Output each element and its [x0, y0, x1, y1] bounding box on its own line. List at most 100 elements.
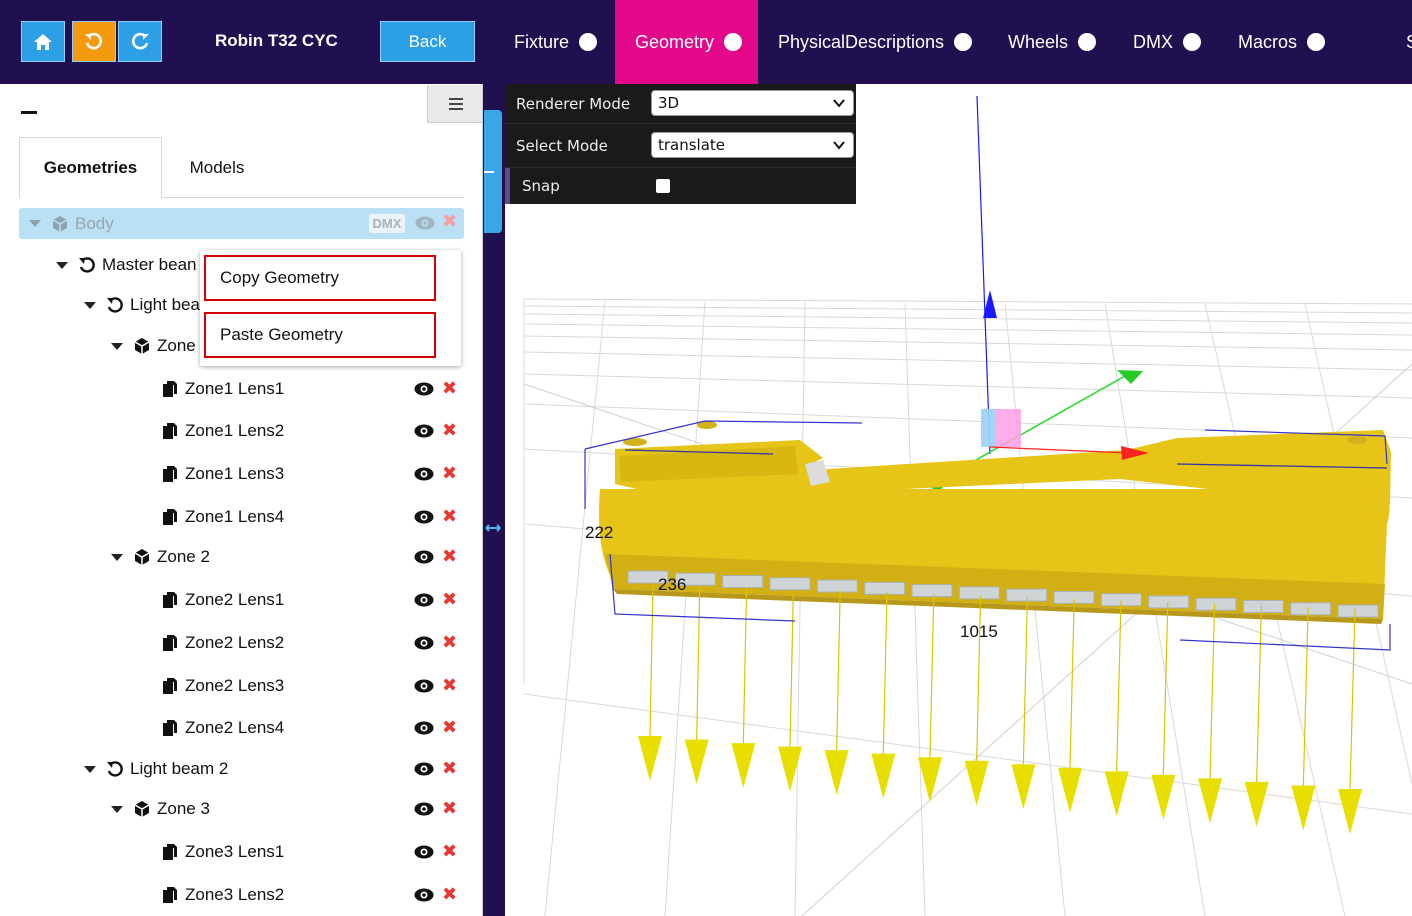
caret-down-icon[interactable]: [111, 805, 123, 813]
eye-icon[interactable]: [414, 510, 434, 524]
eye-icon[interactable]: [414, 888, 434, 902]
redo-button[interactable]: [118, 21, 162, 62]
collapse-icon[interactable]: [21, 111, 37, 114]
tab-geometry[interactable]: Geometry: [615, 0, 758, 84]
delete-icon[interactable]: ✖: [442, 422, 457, 440]
tree-item[interactable]: Zone1 Lens4: [161, 502, 284, 532]
delete-icon[interactable]: ✖: [442, 719, 457, 737]
eye-icon[interactable]: [414, 762, 434, 776]
lens[interactable]: [1290, 602, 1332, 616]
lens[interactable]: [722, 575, 764, 589]
dmx-badge[interactable]: DMX: [369, 214, 405, 233]
back-button[interactable]: Back: [380, 21, 475, 62]
tree-item[interactable]: Master bean: [56, 250, 197, 280]
caret-down-icon[interactable]: [29, 220, 41, 227]
eye-icon[interactable]: [414, 467, 434, 481]
status-dot-icon: [579, 33, 598, 51]
tree-item[interactable]: Zone3 Lens1: [161, 837, 284, 867]
tree-item[interactable]: Zone2 Lens4: [161, 713, 284, 743]
tree-item[interactable]: Zone 2: [111, 542, 210, 572]
paste-geometry-menu-item[interactable]: Paste Geometry: [204, 312, 436, 358]
undo-button[interactable]: [72, 21, 116, 62]
beam-cone-icon: [918, 757, 942, 803]
transform-handle-cyan[interactable]: [981, 409, 995, 447]
delete-icon[interactable]: ✖: [442, 760, 457, 778]
delete-icon[interactable]: ✖: [442, 508, 457, 526]
lens[interactable]: [1148, 595, 1190, 609]
resize-arrows-icon: [485, 524, 501, 532]
eye-icon[interactable]: [414, 845, 434, 859]
lens[interactable]: [1337, 604, 1379, 618]
tab-dmx[interactable]: DMX: [1133, 0, 1201, 84]
caret-down-icon[interactable]: [84, 765, 96, 773]
status-dot-icon: [1078, 33, 1097, 51]
snap-checkbox[interactable]: [656, 179, 670, 193]
y-axis-arrow-icon[interactable]: [1117, 370, 1143, 384]
eye-icon[interactable]: [414, 424, 434, 438]
delete-icon[interactable]: ✖: [442, 800, 457, 818]
menu-button[interactable]: [427, 85, 482, 123]
3d-scene[interactable]: [505, 84, 1412, 916]
delete-icon[interactable]: ✖: [442, 677, 457, 695]
lens[interactable]: [958, 586, 1000, 600]
copy-geometry-menu-item[interactable]: Copy Geometry: [204, 255, 436, 301]
lens[interactable]: [769, 577, 811, 591]
home-button[interactable]: [21, 21, 65, 62]
select-mode-select[interactable]: translate: [651, 132, 854, 158]
caret-down-icon[interactable]: [56, 261, 68, 269]
lens[interactable]: [911, 584, 953, 598]
tree-root-body[interactable]: Body DMX ✖: [19, 208, 464, 239]
delete-icon[interactable]: ✖: [442, 634, 457, 652]
tree-item[interactable]: Zone: [111, 331, 196, 361]
lens[interactable]: [864, 581, 906, 595]
eye-icon[interactable]: [414, 593, 434, 607]
tab-physical-descriptions[interactable]: PhysicalDescriptions: [778, 0, 973, 84]
tree-item[interactable]: Zone2 Lens3: [161, 671, 284, 701]
eye-icon[interactable]: [415, 216, 435, 230]
delete-icon[interactable]: ✖: [442, 213, 457, 231]
tab-wheels[interactable]: Wheels: [1008, 0, 1097, 84]
tree-item[interactable]: Light beam 2: [84, 754, 228, 784]
lens[interactable]: [1195, 597, 1237, 611]
renderer-mode-select[interactable]: 3D: [651, 90, 854, 116]
cube-icon: [134, 549, 150, 565]
caret-down-icon[interactable]: [111, 342, 123, 350]
tree-item[interactable]: Zone1 Lens2: [161, 416, 284, 446]
eye-icon[interactable]: [414, 382, 434, 396]
light-ray: [789, 588, 794, 747]
tree-item[interactable]: Zone3 Lens2: [161, 880, 284, 910]
eye-icon[interactable]: [414, 802, 434, 816]
eye-icon[interactable]: [414, 550, 434, 564]
tab-fixture[interactable]: Fixture: [514, 0, 598, 84]
delete-icon[interactable]: ✖: [442, 380, 457, 398]
eye-icon[interactable]: [414, 636, 434, 650]
tree-item[interactable]: Light bea: [84, 290, 200, 320]
tree-item[interactable]: Zone1 Lens3: [161, 459, 284, 489]
tree-item[interactable]: Zone2 Lens2: [161, 628, 284, 658]
lens[interactable]: [816, 579, 858, 593]
tab-geometries[interactable]: Geometries: [19, 137, 162, 198]
caret-down-icon[interactable]: [111, 553, 123, 561]
tab-overflow[interactable]: S: [1406, 0, 1412, 84]
caret-down-icon[interactable]: [84, 301, 96, 309]
hamburger-icon: [449, 97, 463, 110]
tree-item[interactable]: Zone 3: [111, 794, 210, 824]
delete-icon[interactable]: ✖: [442, 886, 457, 904]
lens[interactable]: [1006, 588, 1048, 602]
delete-icon[interactable]: ✖: [442, 591, 457, 609]
tab-label: Fixture: [514, 31, 570, 52]
tree-item[interactable]: Zone2 Lens1: [161, 585, 284, 615]
tree-item[interactable]: Zone1 Lens1: [161, 374, 284, 404]
tab-macros[interactable]: Macros: [1238, 0, 1326, 84]
panel-toggle-handle[interactable]: [484, 110, 502, 233]
delete-icon[interactable]: ✖: [442, 465, 457, 483]
3d-viewport[interactable]: 222 236 1015: [505, 84, 1412, 916]
tree-item-label: Zone2 Lens1: [185, 590, 285, 609]
lens[interactable]: [1242, 599, 1284, 613]
delete-icon[interactable]: ✖: [442, 548, 457, 566]
resize-handle[interactable]: [484, 519, 502, 537]
eye-icon[interactable]: [414, 721, 434, 735]
delete-icon[interactable]: ✖: [442, 843, 457, 861]
eye-icon[interactable]: [414, 679, 434, 693]
tab-models[interactable]: Models: [162, 137, 272, 198]
